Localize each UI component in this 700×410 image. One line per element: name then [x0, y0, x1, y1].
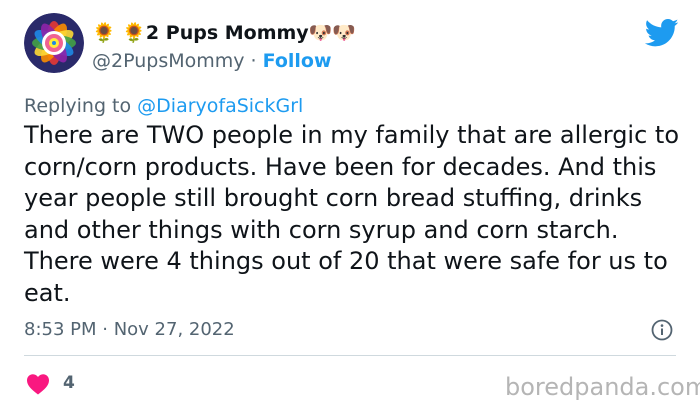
display-name[interactable]: 🌻 🌻2 Pups Mommy🐶🐶 — [92, 21, 356, 45]
info-icon[interactable] — [651, 319, 673, 341]
replying-to-label: Replying to — [24, 95, 138, 117]
timestamp[interactable]: 8:53 PM · Nov 27, 2022 — [24, 318, 235, 342]
follow-button[interactable]: Follow — [263, 50, 332, 72]
avatar[interactable] — [24, 13, 84, 73]
watermark: boredpanda.com — [505, 373, 700, 401]
tweet-text: There are TWO people in my family that a… — [24, 121, 680, 307]
heart-icon[interactable] — [26, 373, 50, 395]
separator-dot: · — [244, 50, 263, 72]
like-count: 4 — [63, 373, 75, 393]
reply-mention-link[interactable]: @DiaryofaSickGrl — [137, 95, 303, 117]
handle-row: @2PupsMommy · Follow — [92, 49, 332, 73]
replying-to-line: Replying to @DiaryofaSickGrl — [24, 94, 303, 118]
divider — [24, 355, 676, 356]
twitter-bird-icon[interactable] — [645, 18, 679, 48]
user-handle[interactable]: @2PupsMommy — [92, 50, 245, 72]
